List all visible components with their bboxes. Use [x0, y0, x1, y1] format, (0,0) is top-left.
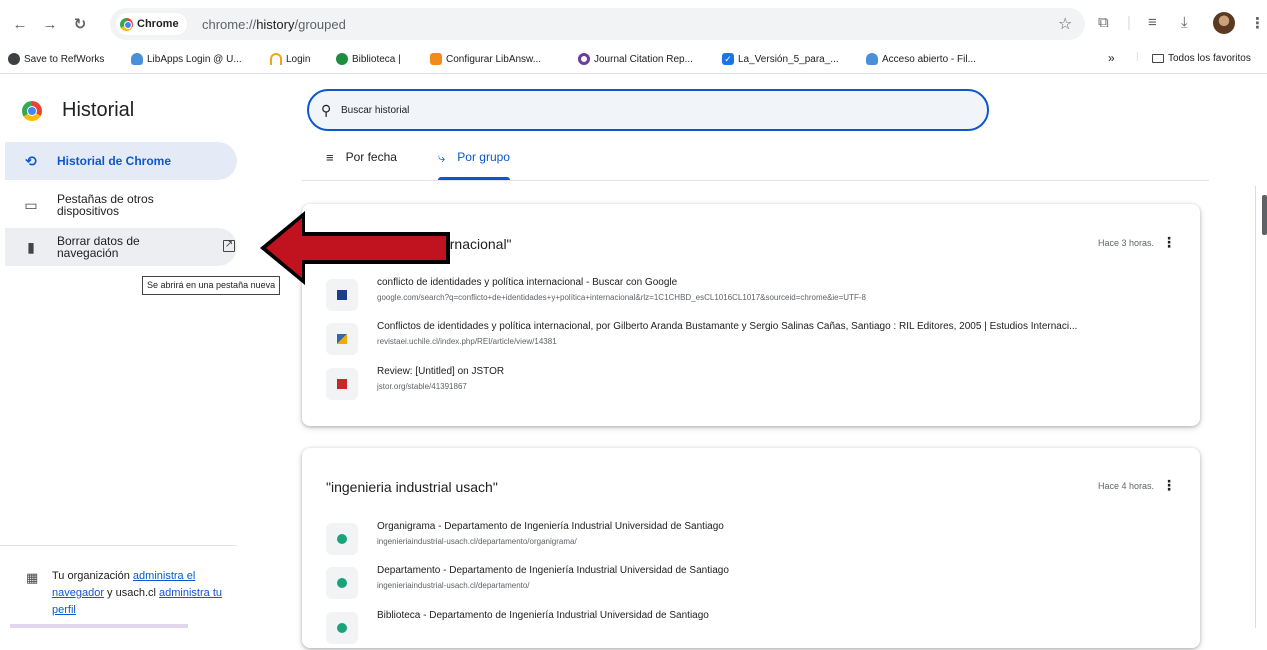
entry-title: conflicto de identidades y política inte… — [377, 277, 678, 288]
history-entry[interactable]: Organigrama - Departamento de Ingeniería… — [326, 521, 1186, 561]
toolbar-divider: | — [1127, 14, 1131, 31]
managed-by-org-notice: ▦ Tu organización administra el navegado… — [26, 570, 223, 616]
scrollbar-track — [1255, 186, 1256, 628]
search-box[interactable]: ⚲ — [307, 89, 989, 131]
tab-by-date[interactable]: ≡ Por fecha — [326, 150, 397, 180]
history-group-card: "ingenieria industrial usach" Hace 4 hor… — [302, 448, 1200, 648]
group-title: "ingenieria industrial usach" — [326, 479, 498, 495]
login-icon — [270, 53, 282, 65]
bookmark-item[interactable]: Acceso abierto - Fil... — [866, 53, 976, 65]
reading-list-icon[interactable]: ≡ — [1148, 14, 1157, 31]
address-bar[interactable]: Chrome chrome://history/grouped ☆ — [110, 8, 1085, 40]
history-entry[interactable]: conflicto de identidades y política inte… — [326, 277, 1186, 317]
sidebar-item-clear-browsing-data[interactable]: ▮ Borrar datos de navegación ↗ — [5, 228, 237, 266]
entry-url: ingenieriaindustrial-usach.cl/departamen… — [377, 581, 530, 590]
history-entry[interactable]: Conflictos de identidades y política int… — [326, 321, 1186, 361]
bookmarks-bar: Save to RefWorks LibApps Login @ U... Lo… — [0, 48, 1267, 74]
search-icon: ⚲ — [321, 101, 332, 118]
entry-url: jstor.org/stable/41391867 — [377, 382, 467, 391]
history-icon: ⟲ — [25, 152, 37, 169]
chrome-logo-icon — [22, 101, 42, 121]
more-options-icon[interactable]: ⋮ — [1162, 477, 1176, 494]
browser-toolbar: ← → ↻ Chrome chrome://history/grouped ☆ … — [0, 0, 1267, 48]
libanswers-icon — [430, 53, 442, 65]
profile-avatar[interactable] — [1213, 12, 1235, 34]
site-favicon — [326, 323, 358, 355]
scrollbar-thumb[interactable] — [1262, 195, 1267, 235]
cloud-icon — [131, 53, 143, 65]
chip-label: Chrome — [137, 18, 179, 30]
entry-url: revistaei.uchile.cl/index.php/REI/articl… — [377, 337, 557, 346]
open-in-new-tab-icon: ↗ — [223, 239, 235, 252]
site-favicon — [326, 567, 358, 599]
tab-by-group[interactable]: ⤷ Por grupo — [438, 150, 510, 180]
extensions-icon[interactable]: ⧉ — [1098, 14, 1109, 31]
more-bookmarks-button[interactable]: » — [1108, 51, 1115, 65]
list-icon: ≡ — [326, 150, 334, 165]
entry-title: Review: [Untitled] on JSTOR — [377, 366, 505, 377]
tabs-divider — [302, 180, 1209, 181]
checkbox-icon: ✓ — [722, 53, 734, 65]
history-entry[interactable]: Biblioteca - Departamento de Ingeniería … — [326, 610, 1186, 650]
refworks-icon — [8, 53, 20, 65]
site-favicon — [326, 368, 358, 400]
url-text: chrome://history/grouped — [202, 17, 346, 32]
chrome-site-chip[interactable]: Chrome — [116, 13, 187, 35]
sidebar-divider — [0, 545, 237, 546]
bookmark-star-icon[interactable]: ☆ — [1058, 14, 1072, 34]
site-favicon — [326, 612, 358, 644]
menu-icon[interactable]: ⋮ — [1250, 14, 1265, 32]
sidebar-item-other-devices[interactable]: ▭ Pestañas de otros dispositivos — [5, 186, 237, 224]
entry-title: Conflictos de identidades y política int… — [377, 321, 1078, 332]
group-icon: ⤷ — [438, 150, 446, 165]
bookmarks-divider: | — [1136, 51, 1139, 62]
devices-icon: ▭ — [24, 196, 38, 213]
cloud-icon — [866, 53, 878, 65]
entry-title: Organigrama - Departamento de Ingeniería… — [377, 521, 724, 532]
jcr-icon — [578, 53, 590, 65]
entry-title: Biblioteca - Departamento de Ingeniería … — [377, 610, 709, 621]
entry-url: google.com/search?q=conflicto+de+identid… — [377, 293, 866, 302]
bookmark-item[interactable]: Login — [270, 53, 310, 65]
bookmark-item[interactable]: Journal Citation Rep... — [578, 53, 693, 65]
page-title: Historial — [62, 99, 135, 121]
search-input[interactable] — [341, 104, 941, 116]
bookmark-item[interactable]: Biblioteca | — [336, 53, 401, 65]
back-icon[interactable]: ← — [10, 14, 30, 34]
site-favicon — [326, 523, 358, 555]
forward-icon[interactable]: → — [40, 14, 60, 34]
history-entry[interactable]: Departamento - Departamento de Ingenierí… — [326, 565, 1186, 605]
bookmark-item[interactable]: ✓ La_Versión_5_para_... — [722, 53, 839, 65]
history-entry[interactable]: Review: [Untitled] on JSTOR jstor.org/st… — [326, 366, 1186, 406]
more-options-icon[interactable]: ⋮ — [1162, 234, 1176, 251]
bookmark-item[interactable]: LibApps Login @ U... — [131, 53, 242, 65]
sidebar-item-chrome-history[interactable]: ⟲ Historial de Chrome — [5, 142, 237, 180]
bookmark-item[interactable]: Configurar LibAnsw... — [430, 53, 541, 65]
chrome-logo-icon — [120, 17, 133, 31]
group-time: Hace 3 horas. — [1097, 238, 1154, 248]
reload-icon[interactable]: ↻ — [70, 14, 90, 34]
entry-url: ingenieriaindustrial-usach.cl/departamen… — [377, 537, 577, 546]
building-icon: ▦ — [26, 570, 39, 585]
downloads-icon[interactable]: ⤓ — [1181, 14, 1188, 31]
group-time: Hace 4 horas. — [1097, 481, 1154, 491]
biblioteca-icon — [336, 53, 348, 65]
annotation-arrow — [260, 211, 450, 285]
bottom-strip — [10, 624, 188, 628]
trash-icon: ▮ — [27, 238, 35, 255]
all-bookmarks-button[interactable]: Todos los favoritos — [1152, 53, 1251, 64]
entry-title: Departamento - Departamento de Ingenierí… — [377, 565, 729, 576]
folder-icon — [1152, 54, 1164, 63]
bookmark-item[interactable]: Save to RefWorks — [8, 53, 104, 65]
